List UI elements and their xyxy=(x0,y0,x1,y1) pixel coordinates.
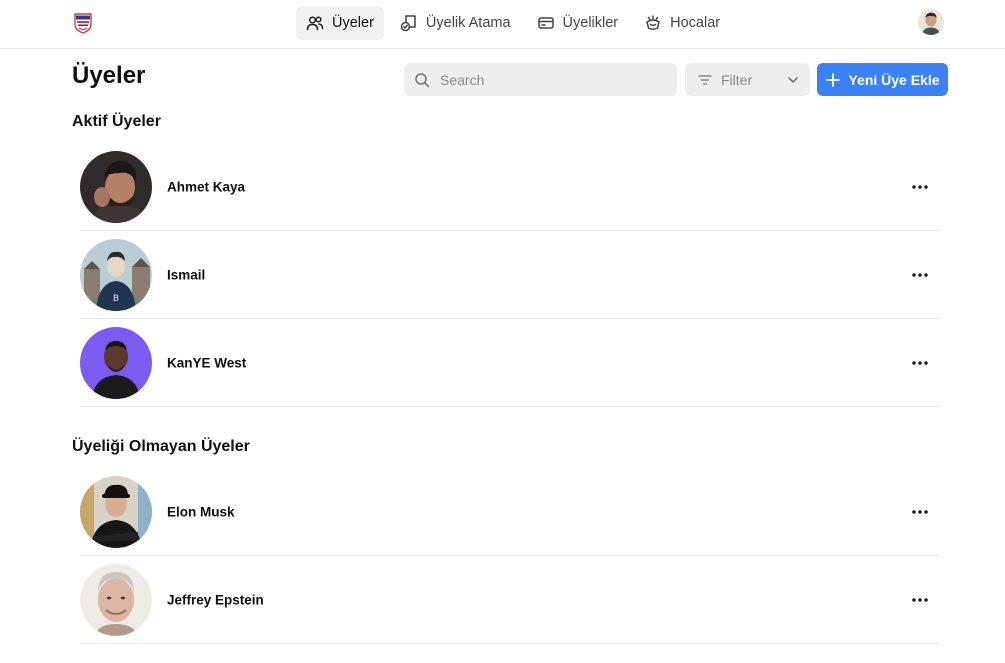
nav-item-uyelikler[interactable]: Üyelikler xyxy=(527,6,629,40)
filter-label: Filter xyxy=(721,71,753,88)
more-options-icon[interactable] xyxy=(908,177,932,197)
member-name: KanYE West xyxy=(167,355,247,370)
user-avatar[interactable] xyxy=(918,9,944,35)
search-box[interactable] xyxy=(404,63,677,96)
nav-item-label: Üyelik Atama xyxy=(425,15,511,31)
active-members-title: Aktif Üyeler xyxy=(72,113,161,130)
filter-dropdown[interactable]: Filter xyxy=(685,63,810,96)
main-nav: Üyeler Üyelik Atama Üyelikler Hocalar xyxy=(296,6,736,40)
member-name: Ismail xyxy=(167,267,206,282)
page-title: Üyeler xyxy=(72,62,146,89)
search-input[interactable] xyxy=(438,70,662,89)
nav-item-label: Üyeler xyxy=(332,15,374,31)
more-options-icon[interactable] xyxy=(908,353,932,373)
plus-icon xyxy=(825,72,841,88)
inactive-members-title: Üyeliği Olmayan Üyeler xyxy=(72,438,250,455)
more-options-icon[interactable] xyxy=(908,502,932,522)
nav-item-label: Hocalar xyxy=(670,15,721,31)
more-options-icon[interactable] xyxy=(908,590,932,610)
member-avatar xyxy=(80,150,152,223)
inactive-members-list: Elon Musk Jeffrey Epstein xyxy=(80,468,940,644)
nav-item-hocalar[interactable]: Hocalar xyxy=(634,6,730,40)
assign-membership-icon xyxy=(400,14,418,32)
nav-item-uyeler[interactable]: Üyeler xyxy=(296,6,384,40)
trainer-icon xyxy=(644,14,662,32)
member-avatar xyxy=(80,475,152,548)
member-avatar xyxy=(80,563,152,636)
top-navigation-bar: Üyeler Üyelik Atama Üyelikler Hocalar xyxy=(0,0,1005,49)
users-icon xyxy=(306,14,324,32)
member-name: Elon Musk xyxy=(167,504,235,519)
member-row[interactable]: B Ismail xyxy=(80,231,940,319)
nav-item-label: Üyelikler xyxy=(562,15,619,31)
member-name: Jeffrey Epstein xyxy=(167,592,264,607)
member-avatar xyxy=(80,326,152,399)
app-logo-icon[interactable] xyxy=(72,12,94,34)
member-row[interactable]: Elon Musk xyxy=(80,468,940,556)
member-row[interactable]: KanYE West xyxy=(80,319,940,407)
more-options-icon[interactable] xyxy=(908,265,932,285)
member-avatar: B xyxy=(80,238,152,311)
svg-text:B: B xyxy=(113,294,119,304)
nav-item-uyelik-atama[interactable]: Üyelik Atama xyxy=(390,6,521,40)
card-icon xyxy=(537,14,555,32)
filter-icon xyxy=(697,72,713,88)
search-icon xyxy=(414,72,430,88)
add-member-button[interactable]: Yeni Üye Ekle xyxy=(817,63,948,96)
chevron-down-icon xyxy=(786,73,800,87)
member-row[interactable]: Jeffrey Epstein xyxy=(80,556,940,644)
member-row[interactable]: Ahmet Kaya xyxy=(80,143,940,231)
member-name: Ahmet Kaya xyxy=(167,179,246,194)
add-member-label: Yeni Üye Ekle xyxy=(848,71,940,88)
active-members-list: Ahmet Kaya B Ismail KanYE West xyxy=(80,143,940,407)
